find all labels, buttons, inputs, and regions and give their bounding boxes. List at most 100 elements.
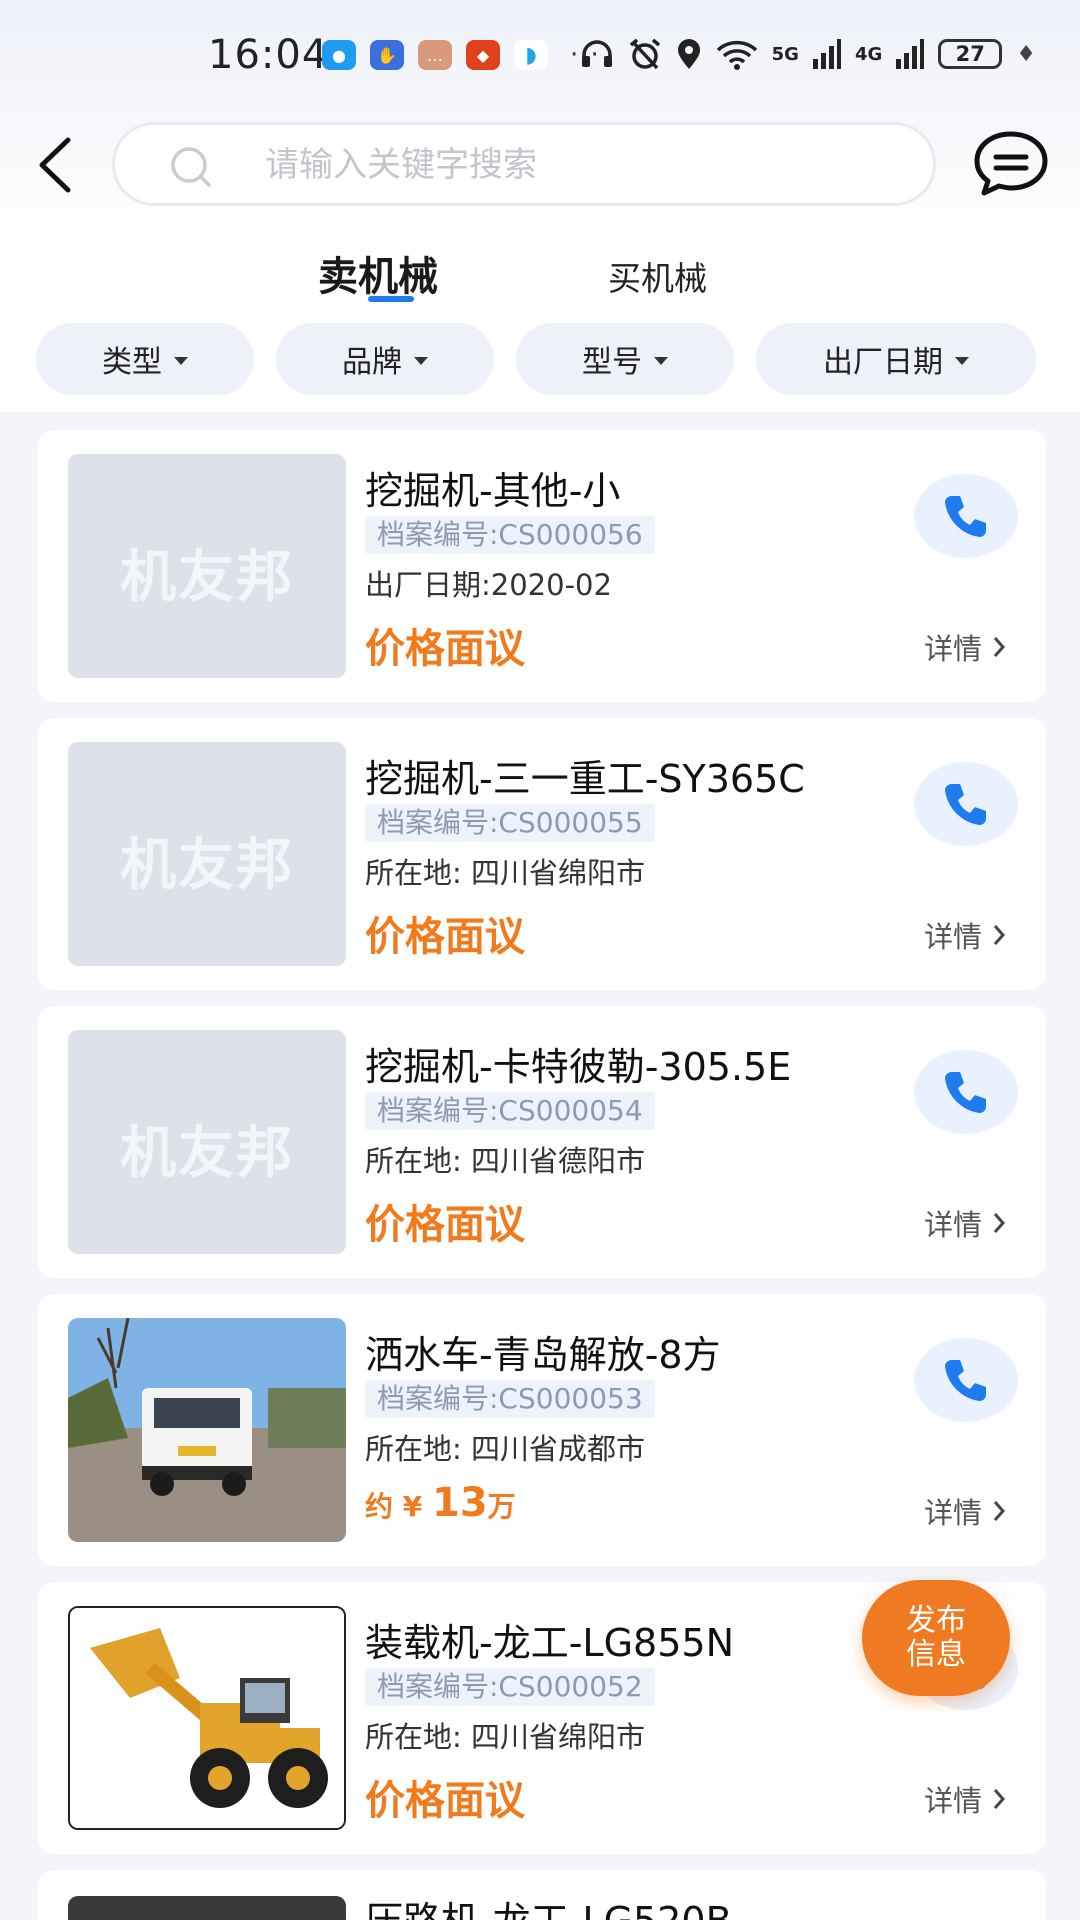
- listing-photo-truck: [68, 1318, 346, 1542]
- listing-price: 价格面议: [365, 626, 525, 672]
- chevron-right-icon: [993, 637, 1006, 657]
- back-button[interactable]: [30, 130, 84, 200]
- phone-icon: [945, 1072, 986, 1113]
- search-icon: [171, 147, 211, 187]
- active-tab-indicator: [368, 296, 414, 302]
- message-app-icon: …: [418, 40, 452, 70]
- chevron-right-icon: [993, 925, 1006, 945]
- search-box[interactable]: [112, 122, 936, 206]
- caret-down-icon: [174, 356, 188, 365]
- listing-info: 出厂日期:2020-02: [365, 568, 612, 602]
- filter-type[interactable]: 类型: [36, 323, 254, 395]
- filter-brand-label: 品牌: [342, 345, 402, 380]
- status-bar: 16:04 ● ✋ … ◆ ◗ ··· 5G 4G 27 ♦: [0, 0, 1080, 110]
- listing-code-badge: 档案编号:CS000052: [365, 1668, 655, 1706]
- tab-sell-machinery[interactable]: 卖机械: [318, 244, 438, 302]
- listing-card[interactable]: 洒水车-青岛解放-8方 档案编号:CS000053 所在地: 四川省成都市 约 …: [38, 1294, 1046, 1566]
- phone-icon: [945, 784, 986, 825]
- price-value: 13: [431, 1480, 488, 1526]
- listing-price: 价格面议: [365, 1202, 525, 1248]
- listing-info: 所在地: 四川省德阳市: [365, 1144, 645, 1178]
- publish-label-line2: 信息: [906, 1637, 966, 1672]
- listing-card[interactable]: 压路机-龙工-LG520B: [38, 1870, 1046, 1920]
- listing-code-badge: 档案编号:CS000053: [365, 1380, 655, 1418]
- chat-app-icon: ●: [322, 40, 356, 70]
- detail-label: 详情: [924, 1496, 983, 1530]
- chevron-right-icon: [993, 1213, 1006, 1233]
- message-button[interactable]: [972, 130, 1050, 198]
- watermark-logo: 机友邦: [120, 1121, 294, 1186]
- price-unit: 万: [487, 1490, 516, 1523]
- filter-model-label: 型号: [582, 345, 642, 380]
- caret-down-icon: [654, 356, 668, 365]
- listing-thumbnail: 机友邦: [68, 454, 346, 678]
- chevron-right-icon: [993, 1789, 1006, 1809]
- call-button[interactable]: [914, 1338, 1018, 1422]
- alarm-off-icon: [629, 38, 660, 70]
- phone-icon: [945, 1360, 986, 1401]
- battery-icon: 27: [938, 39, 1003, 69]
- listing-card[interactable]: 机友邦 挖掘机-卡特彼勒-305.5E 档案编号:CS000054 所在地: 四…: [38, 1006, 1046, 1278]
- signal-bars-icon-2: [896, 39, 925, 69]
- notification-icons: ● ✋ … ◆ ◗ ···: [322, 40, 601, 70]
- detail-link[interactable]: 详情: [924, 626, 1006, 668]
- detail-link[interactable]: 详情: [924, 1778, 1006, 1820]
- power-saving-icon: ♦: [1016, 41, 1036, 67]
- listing-title: 洒水车-青岛解放-8方: [365, 1333, 721, 1377]
- water-truck-photo: [68, 1318, 346, 1542]
- listing-photo-roller: [68, 1896, 346, 1920]
- listing-thumbnail: 机友邦: [68, 1030, 346, 1254]
- listing-info: 所在地: 四川省绵阳市: [365, 856, 645, 890]
- signal-5g-label: 5G: [771, 43, 799, 65]
- listing-title: 挖掘机-其他-小: [365, 469, 621, 513]
- filter-type-label: 类型: [102, 345, 162, 380]
- system-icons: 5G 4G 27 ♦: [580, 38, 1036, 70]
- call-button[interactable]: [914, 1050, 1018, 1134]
- caret-down-icon: [414, 356, 428, 365]
- signal-bars-icon: [812, 39, 841, 69]
- detail-label: 详情: [924, 920, 983, 954]
- detail-label: 详情: [924, 1784, 983, 1818]
- detail-link[interactable]: 详情: [924, 1202, 1006, 1244]
- phone-icon: [945, 496, 986, 537]
- listing-price: 价格面议: [365, 1778, 525, 1824]
- publish-label-line1: 发布: [906, 1603, 966, 1638]
- listing-price: 价格面议: [365, 914, 525, 960]
- shop-app-icon: ◆: [466, 40, 500, 70]
- headphones-icon: [581, 40, 612, 67]
- call-button[interactable]: [914, 474, 1018, 558]
- publish-info-button[interactable]: 发布 信息: [862, 1580, 1010, 1696]
- detail-label: 详情: [924, 632, 983, 666]
- listing-info: 所在地: 四川省成都市: [365, 1432, 645, 1466]
- chat-bubble-icon: [974, 131, 1048, 196]
- listing-title: 挖掘机-卡特彼勒-305.5E: [365, 1045, 792, 1089]
- tab-buy-machinery[interactable]: 买机械: [608, 252, 707, 300]
- wifi-icon: [716, 40, 757, 70]
- listing-card[interactable]: 机友邦 挖掘机-三一重工-SY365C 档案编号:CS000055 所在地: 四…: [38, 718, 1046, 990]
- listing-thumbnail: 机友邦: [68, 742, 346, 966]
- detail-label: 详情: [924, 1208, 983, 1242]
- status-time: 16:04: [208, 32, 329, 78]
- call-button[interactable]: [914, 762, 1018, 846]
- filter-brand[interactable]: 品牌: [276, 323, 494, 395]
- search-input[interactable]: [265, 139, 905, 191]
- back-arrow-icon: [39, 137, 71, 193]
- watermark-logo: 机友邦: [120, 833, 294, 898]
- listing-code-badge: 档案编号:CS000056: [365, 516, 655, 554]
- detail-link[interactable]: 详情: [924, 1490, 1006, 1532]
- listing-card[interactable]: 机友邦 挖掘机-其他-小 档案编号:CS000056 出厂日期:2020-02 …: [38, 430, 1046, 702]
- listing-title: 挖掘机-三一重工-SY365C: [365, 757, 805, 801]
- chevron-right-icon: [993, 1501, 1006, 1521]
- price-prefix: 约 ¥: [365, 1490, 432, 1523]
- filter-manufacture-date[interactable]: 出厂日期: [756, 323, 1036, 395]
- filter-model[interactable]: 型号: [516, 323, 734, 395]
- hand-app-icon: ✋: [370, 40, 404, 70]
- listing-code-badge: 档案编号:CS000054: [365, 1092, 655, 1130]
- detail-link[interactable]: 详情: [924, 914, 1006, 956]
- signal-4g-label: 4G: [854, 43, 883, 65]
- listing-title: 压路机-龙工-LG520B: [365, 1898, 732, 1920]
- bird-app-icon: ◗: [514, 40, 548, 70]
- listing-photo-loader: [68, 1606, 346, 1830]
- listing-price: 约 ¥ 13万: [365, 1480, 516, 1526]
- caret-down-icon: [955, 356, 969, 365]
